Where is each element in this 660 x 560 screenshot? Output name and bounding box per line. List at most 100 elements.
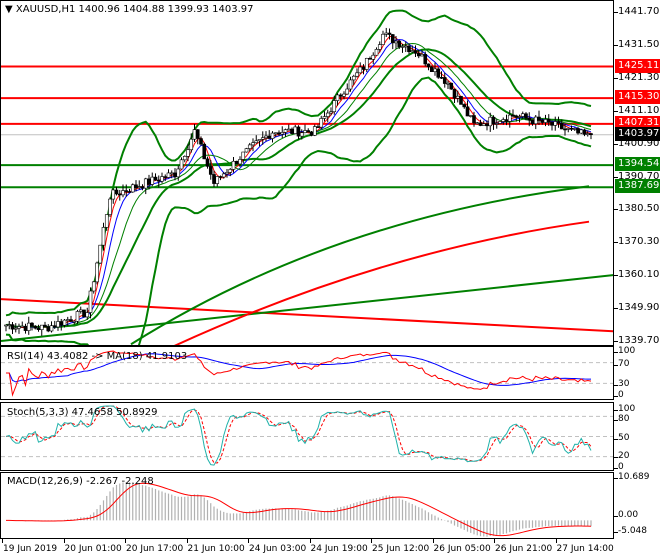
candle-body [468, 115, 473, 117]
candle-body [426, 63, 431, 68]
candle-body [182, 156, 187, 161]
indicator-axis-label: 50 [618, 433, 630, 443]
candle-body [10, 324, 15, 330]
candle-body [433, 68, 437, 72]
indicator-axis-label: 0 [618, 390, 624, 400]
candle-body [589, 133, 593, 135]
candle-body [436, 68, 441, 78]
candle-body [127, 191, 132, 193]
symbol-label: XAUUSD,H1 [15, 4, 76, 15]
time-axis-label: 26 Jun 21:00 [495, 544, 553, 554]
candle-body [387, 32, 392, 35]
time-tick [432, 538, 434, 543]
candle-body [111, 189, 116, 200]
candle-body [465, 106, 470, 117]
candle-body [322, 116, 327, 119]
open-value: 1400.96 [78, 4, 120, 15]
candle-body [348, 79, 353, 90]
candle-body [338, 94, 343, 97]
collapse-triangle-icon[interactable]: ▼ [5, 4, 13, 15]
candle-body [117, 193, 122, 196]
candle-body [498, 121, 502, 124]
candle-body [319, 118, 324, 128]
rsi-panel[interactable]: RSI(14) 43.4082 -> MA(18) 41.9103 [0, 346, 614, 400]
candle-body [342, 93, 346, 97]
high-value: 1404.88 [123, 4, 165, 15]
macd-panel[interactable]: MACD(12,26,9) -2.267 -2.248 [0, 472, 614, 539]
time-tick [186, 538, 188, 543]
indicator-axis-label: 20 [618, 451, 630, 461]
candle-body [407, 45, 411, 53]
candle-body [569, 128, 574, 130]
candle-body [176, 168, 181, 178]
candle-body [316, 126, 320, 128]
candle-body [257, 139, 262, 142]
candle-body [150, 176, 155, 185]
candle-body [137, 186, 142, 188]
candle-body [384, 32, 389, 35]
candle-body [429, 66, 434, 72]
candle-body [501, 119, 506, 122]
time-tick [494, 538, 495, 543]
candle-body [104, 214, 109, 228]
candle-body [462, 104, 467, 108]
candle-body [481, 123, 486, 126]
time-tick [555, 538, 557, 543]
stoch-panel[interactable]: Stoch(5,3,3) 47.4658 50.8929 [0, 402, 614, 471]
candle-body [537, 116, 541, 121]
candle-body [517, 116, 522, 118]
candle-body [163, 176, 168, 178]
indicator-axis-label: 10.689 [618, 472, 650, 482]
candle-body [511, 114, 515, 117]
candle-body [247, 144, 252, 149]
price-chart[interactable]: ▼ XAUUSD,H1 1400.96 1404.88 1399.93 1403… [0, 0, 614, 346]
time-axis-label: 25 Jun 12:00 [372, 544, 430, 554]
candle-body [65, 319, 70, 321]
candle-body [345, 88, 350, 95]
low-value: 1399.93 [167, 4, 209, 15]
candle-body [283, 129, 288, 133]
candle-body [277, 132, 281, 135]
price-axis-label: 1431.50 [618, 38, 660, 50]
price-axis-label: 1411.10 [618, 104, 660, 116]
time-axis-label: 27 Jun 14:00 [556, 544, 614, 554]
candle-body [585, 133, 590, 135]
candle-body [23, 325, 28, 331]
candle-body [108, 198, 112, 215]
candle-body [303, 130, 307, 134]
candle-body [364, 57, 369, 70]
bollinger-upper [5, 9, 592, 317]
candle-body [543, 119, 548, 123]
candle-body [78, 309, 83, 312]
candle-body [46, 326, 51, 332]
candle-body [332, 100, 337, 113]
candle-body [13, 327, 18, 330]
indicator-axis-label: 80 [618, 414, 630, 424]
candle-body [4, 324, 8, 327]
candle-body [504, 119, 509, 122]
candle-body [449, 82, 454, 90]
candle-body [189, 138, 194, 151]
price-axis-label: 1360.10 [618, 269, 660, 281]
candle-body [270, 132, 275, 139]
time-axis-label: 20 Jun 17:00 [126, 544, 184, 554]
candle-body [264, 135, 268, 139]
candle-body [368, 57, 372, 60]
candle-body [494, 123, 499, 125]
candle-body [403, 45, 408, 48]
candle-body [7, 324, 12, 326]
close-value: 1403.97 [212, 4, 254, 15]
candle-body [17, 326, 21, 329]
candle-body [85, 312, 90, 318]
candle-body [267, 135, 272, 139]
candle-body [221, 173, 226, 178]
time-tick [248, 538, 249, 543]
candle-body [33, 325, 38, 329]
candle-body [114, 189, 119, 195]
candle-body [582, 129, 587, 135]
candle-body [459, 95, 463, 105]
candle-body [153, 176, 158, 181]
candle-body [26, 322, 31, 331]
candle-body [491, 116, 496, 125]
candle-body [312, 126, 317, 136]
